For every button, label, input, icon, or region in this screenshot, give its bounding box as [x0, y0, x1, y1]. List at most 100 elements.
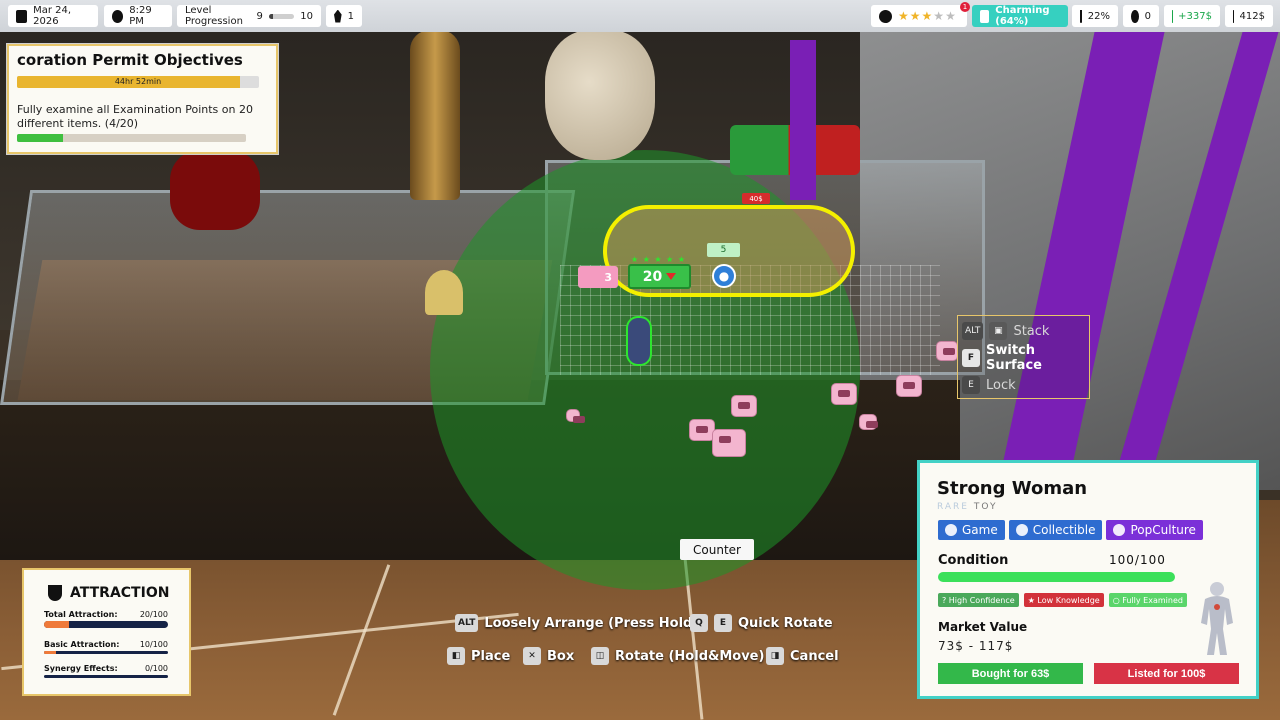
- calendar-icon: [16, 9, 28, 23]
- money-text: 412$: [1239, 10, 1265, 22]
- rotate-label: Rotate (Hold&Move): [615, 648, 765, 664]
- attraction-panel: ATTRACTION Total Attraction: 20/100 Basic…: [22, 568, 191, 696]
- placement-context-menu: ALT ▣ Stack F Switch Surface E Lock: [957, 315, 1090, 399]
- vase-item[interactable]: [545, 30, 655, 160]
- charm-pill: Charming (64%): [972, 5, 1068, 27]
- customer-pig-icon: [860, 415, 878, 429]
- bomb-icon: [1131, 9, 1139, 23]
- mouse-icon: ◫: [591, 647, 609, 665]
- quick-rotate-label: Quick Rotate: [738, 615, 833, 631]
- date-text: Mar 24, 2026: [33, 5, 72, 27]
- check-badge-icon: [879, 9, 892, 23]
- listed-price-button[interactable]: Listed for 100$: [1094, 663, 1239, 684]
- bomb-pill: 0: [1123, 5, 1159, 27]
- e-key: E: [962, 376, 980, 394]
- quick-rotate-hint[interactable]: Q E Quick Rotate: [690, 612, 833, 634]
- magnet-icon: [1080, 9, 1082, 23]
- bell-item[interactable]: [425, 270, 463, 315]
- rarity-label: RARE: [937, 502, 969, 512]
- box-hint[interactable]: ✕ Box: [523, 645, 574, 667]
- level-to: 10: [300, 10, 313, 22]
- item-info-card: Strong Woman RARE TOY Game Collectible P…: [917, 460, 1259, 699]
- high-confidence-chip: ? High Confidence: [938, 593, 1019, 607]
- cancel-hint[interactable]: ◨ Cancel: [766, 645, 839, 667]
- mini-badge-value: 5: [720, 245, 727, 255]
- market-value-range: 73$ - 117$: [938, 639, 1014, 653]
- basketball-icon: [945, 524, 957, 536]
- loosely-arrange-hint[interactable]: ALT Loosely Arrange (Press Hold): [455, 612, 698, 634]
- total-attraction-value: 20/100: [139, 610, 168, 619]
- lock-label: Lock: [986, 377, 1016, 393]
- level-badge-pill: 1: [326, 5, 362, 27]
- basketball-icon: ●: [712, 264, 736, 288]
- item-tags: Game Collectible PopCulture: [938, 520, 1203, 540]
- item-rarity: RARE TOY: [937, 502, 997, 512]
- price-tag-text: 40$: [749, 194, 763, 203]
- attraction-title: ATTRACTION: [70, 585, 170, 601]
- customer-pig-icon: [732, 396, 756, 416]
- market-value-label: Market Value: [938, 620, 1028, 634]
- strong-woman-figurine[interactable]: [628, 318, 650, 364]
- loosely-arrange-label: Loosely Arrange (Press Hold): [484, 615, 699, 631]
- star-icon: ★: [898, 9, 910, 23]
- tag-popculture[interactable]: PopCulture: [1106, 520, 1203, 540]
- level-progression-pill: Level Progression 9 10: [177, 5, 321, 27]
- pentagon-badge-icon: [334, 9, 342, 23]
- cash-register-icon: [1233, 9, 1234, 23]
- level-progress-bar: [268, 13, 295, 19]
- total-attraction-row: Total Attraction: 20/100: [44, 610, 168, 628]
- stack-label: Stack: [1013, 323, 1050, 339]
- alt-key: ALT: [455, 614, 479, 632]
- category-label: TOY: [973, 502, 998, 512]
- award-icon: [1113, 524, 1126, 536]
- customer-pig-icon: [713, 430, 745, 456]
- objective-progress-bar: [17, 134, 246, 142]
- customer-pig-icon: [690, 420, 714, 440]
- rotate-hint[interactable]: ◫ Rotate (Hold&Move): [591, 645, 764, 667]
- total-attraction-label: Total Attraction:: [44, 610, 118, 619]
- switch-surface-option[interactable]: F Switch Surface: [962, 343, 1089, 373]
- f-key: F: [962, 349, 980, 367]
- alt-key: ALT: [962, 322, 984, 340]
- right-mouse-icon: ◨: [766, 647, 784, 665]
- level-from: 9: [256, 10, 263, 22]
- notification-badge[interactable]: 1: [960, 2, 970, 12]
- time-text: 8:29 PM: [129, 5, 152, 27]
- tag-collectible[interactable]: Collectible: [1008, 520, 1103, 540]
- objectives-panel[interactable]: coration Permit Objectives 44hr 52min Fu…: [7, 44, 278, 154]
- place-hint[interactable]: ◧ Place: [447, 645, 510, 667]
- lock-option[interactable]: E Lock: [962, 374, 1016, 396]
- star-icon: ★: [945, 9, 957, 23]
- bought-price-button[interactable]: Bought for 63$: [938, 663, 1083, 684]
- attraction-percent: 22%: [1087, 10, 1110, 22]
- star-icon: ★: [921, 9, 934, 23]
- brass-horn-item[interactable]: [410, 30, 460, 200]
- stack-icon: ▣: [989, 322, 1008, 340]
- pig-count: 3: [604, 270, 612, 284]
- objectives-title: coration Permit Objectives: [17, 51, 243, 69]
- item-attraction-value: 20: [642, 268, 663, 285]
- customer-pig-icon: [832, 384, 856, 404]
- level-label: Level Progression: [185, 5, 243, 27]
- customer-pig-icon: [897, 376, 921, 396]
- objective-task-count: (4/20): [104, 117, 139, 130]
- fully-examined-chip: ○ Fully Examined: [1108, 593, 1187, 607]
- stack-option[interactable]: ALT ▣ Stack: [962, 320, 1049, 342]
- top-status-bar: Mar 24, 2026 8:29 PM Level Progression 9…: [0, 0, 1280, 32]
- x-key-icon: ✕: [523, 647, 541, 665]
- pig-count-badge: 3: [578, 266, 618, 288]
- store-icon: [980, 9, 990, 23]
- box-label: Box: [547, 648, 575, 664]
- e-key: E: [714, 614, 732, 632]
- item-star-icons: ★ ★ ★ ★ ★: [631, 255, 687, 264]
- objective-task: Fully examine all Examination Points on …: [17, 103, 267, 131]
- knowledge-chips: ? High Confidence ★ Low Knowledge ○ Full…: [938, 593, 1187, 607]
- tag-game[interactable]: Game: [938, 520, 1005, 540]
- synergy-effects-bar: [44, 675, 168, 678]
- store-rating-pill[interactable]: ★★★★★: [871, 5, 967, 27]
- fire-hydrant-item[interactable]: [170, 150, 260, 230]
- left-mouse-icon: ◧: [447, 647, 465, 665]
- figurine-portrait: [1201, 582, 1233, 655]
- surface-label: Counter: [680, 539, 754, 560]
- date-pill: Mar 24, 2026: [8, 5, 98, 27]
